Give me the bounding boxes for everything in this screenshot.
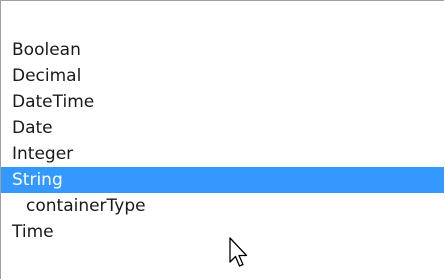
list-item-integer[interactable]: Integer	[1, 141, 444, 167]
mouse-pointer-icon	[229, 237, 248, 267]
list-item-string[interactable]: String	[1, 167, 444, 193]
list-item-datetime[interactable]: DateTime	[1, 89, 444, 115]
list-item-containertype[interactable]: containerType	[1, 193, 444, 219]
list-item-boolean[interactable]: Boolean	[1, 37, 444, 63]
type-list: Boolean Decimal DateTime Date Integer St…	[1, 37, 444, 245]
list-item-decimal[interactable]: Decimal	[1, 63, 444, 89]
list-item-time[interactable]: Time	[1, 219, 444, 245]
list-item-date[interactable]: Date	[1, 115, 444, 141]
type-listbox[interactable]: Boolean Decimal DateTime Date Integer St…	[0, 0, 444, 279]
